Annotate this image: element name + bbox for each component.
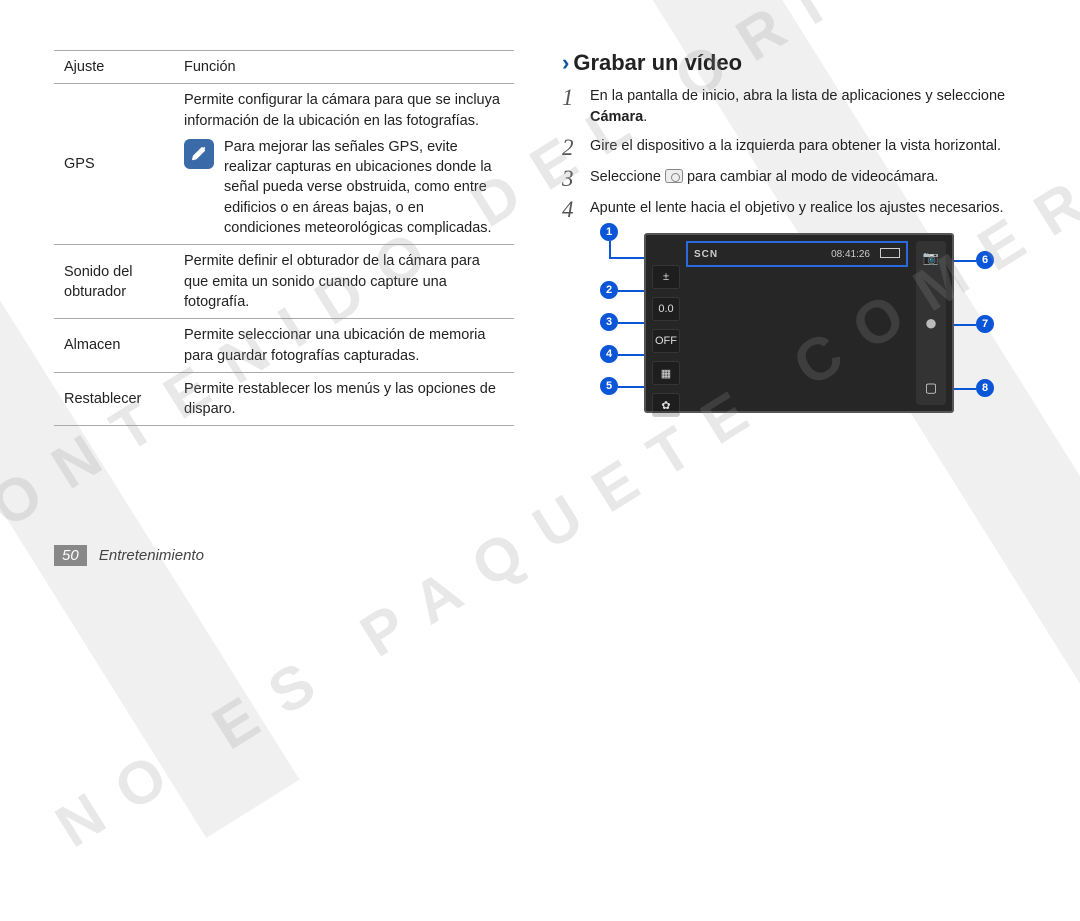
settings-table: Ajuste Función GPS Permite configurar la…	[54, 50, 514, 426]
chevron-right-icon: ›	[562, 50, 569, 75]
recording-time: 08:41:26	[831, 249, 870, 260]
list-item: 3 Seleccione para cambiar al modo de vid…	[562, 167, 1032, 190]
setting-label: Almacen	[54, 319, 174, 373]
switch-camera-icon: 📷	[920, 247, 942, 269]
scene-mode-label: SCN	[694, 249, 718, 260]
setting-desc: Permite seleccionar una ubicación de mem…	[174, 319, 514, 373]
callout-badge: 4	[600, 345, 618, 363]
right-column: ›Grabar un vídeo 1 En la pantalla de ini…	[562, 50, 1032, 426]
camera-top-bar: SCN 08:41:26	[686, 241, 908, 267]
camera-mode-icon	[665, 169, 683, 183]
table-header-ajuste: Ajuste	[54, 51, 174, 84]
table-row: Restablecer Permite restablecer los menú…	[54, 372, 514, 426]
setting-desc: Permite restablecer los menús y las opci…	[174, 372, 514, 426]
table-row: Almacen Permite seleccionar una ubicació…	[54, 319, 514, 373]
step-number: 4	[562, 198, 580, 221]
grid-icon: ▦	[652, 361, 680, 385]
camera-diagram: 1 2 3 4 5 6 7 8 SCN 08:41:26	[606, 233, 994, 413]
note-icon	[184, 139, 214, 169]
settings-gear-icon: ✿	[652, 393, 680, 417]
exposure-icon: ±	[652, 265, 680, 289]
list-item: 1 En la pantalla de inicio, abra la list…	[562, 86, 1032, 128]
callout-badge: 6	[976, 251, 994, 269]
callout-badge: 2	[600, 281, 618, 299]
page-footer: 50 Entretenimiento	[54, 545, 204, 566]
setting-desc: Permite definir el obturador de la cámar…	[174, 245, 514, 319]
page-number: 50	[54, 545, 87, 566]
gallery-icon: ▢	[920, 377, 942, 399]
setting-label: Sonido del obturador	[54, 245, 174, 319]
steps-list: 1 En la pantalla de inicio, abra la list…	[562, 86, 1032, 221]
setting-label: Restablecer	[54, 372, 174, 426]
list-item: 4 Apunte el lente hacia el objetivo y re…	[562, 198, 1032, 221]
callout-badge: 7	[976, 315, 994, 333]
left-column: Ajuste Función GPS Permite configurar la…	[54, 50, 514, 426]
section-heading: ›Grabar un vídeo	[562, 50, 1032, 76]
callout-badge: 1	[600, 223, 618, 241]
callout-badge: 5	[600, 377, 618, 395]
setting-desc: Permite configurar la cámara para que se…	[184, 90, 504, 131]
callout-badge: 8	[976, 379, 994, 397]
battery-icon	[876, 248, 900, 260]
exposure-value-icon: 0.0	[652, 297, 680, 321]
record-button-icon: ●	[920, 312, 942, 334]
camera-screen: SCN 08:41:26 ± 0.0 OFF ▦ ✿ 📷 ● ▢	[644, 233, 954, 413]
setting-note: Para mejorar las señales GPS, evite real…	[224, 137, 504, 238]
step-number: 2	[562, 136, 580, 159]
table-row: GPS Permite configurar la cámara para qu…	[54, 84, 514, 245]
step-number: 3	[562, 167, 580, 190]
footer-section-name: Entretenimiento	[99, 547, 204, 564]
table-row: Sonido del obturador Permite definir el …	[54, 245, 514, 319]
step-number: 1	[562, 86, 580, 128]
table-header-funcion: Función	[174, 51, 514, 84]
setting-label: GPS	[54, 84, 174, 245]
list-item: 2 Gire el dispositivo a la izquierda par…	[562, 136, 1032, 159]
callout-badge: 3	[600, 313, 618, 331]
flash-off-icon: OFF	[652, 329, 680, 353]
